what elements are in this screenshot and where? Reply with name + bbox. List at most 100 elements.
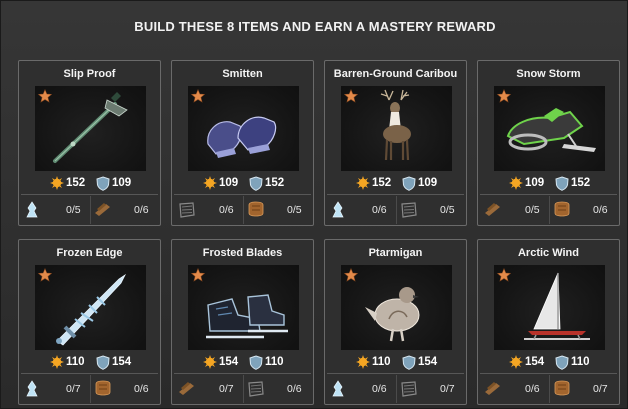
- material-slot[interactable]: 0/7: [398, 380, 464, 398]
- item-card[interactable]: Arctic Wind 154 110 0/6 0/7: [477, 239, 620, 405]
- item-card[interactable]: Barren-Ground Caribou 152 109 0/6 0/5: [324, 60, 467, 226]
- reward-stats: 154 110: [478, 355, 619, 371]
- material-separator: [243, 196, 244, 224]
- ice-crystal-icon: [25, 380, 39, 403]
- xp-value: 110: [571, 356, 590, 368]
- item-card[interactable]: Slip Proof 152 109 0/5 0/6: [18, 60, 161, 226]
- fabric-icon: [178, 201, 196, 224]
- ice-crystal-icon: [331, 201, 345, 224]
- coin-icon: [356, 176, 370, 190]
- reward-stats: 152 109: [19, 176, 160, 192]
- material-separator: [90, 196, 91, 224]
- caribou-icon: [380, 89, 411, 161]
- material-slot[interactable]: 0/6: [176, 201, 242, 219]
- reward-stats: 152 109: [325, 176, 466, 192]
- item-art: [35, 86, 146, 171]
- material-count: 0/7: [66, 383, 81, 395]
- material-count: 0/5: [287, 204, 302, 216]
- material-slot[interactable]: 0/5: [398, 201, 464, 219]
- material-separator: [396, 196, 397, 224]
- material-separator: [549, 375, 550, 403]
- card-divider: [327, 194, 464, 195]
- xp-value: 154: [112, 356, 132, 368]
- material-separator: [243, 375, 244, 403]
- material-slot[interactable]: 0/6: [551, 201, 617, 219]
- card-divider: [21, 194, 158, 195]
- material-separator: [549, 196, 550, 224]
- coin-value: 110: [372, 356, 391, 368]
- material-slot[interactable]: 0/7: [551, 380, 617, 398]
- shield-icon: [96, 176, 110, 191]
- coin-value: 109: [219, 177, 239, 189]
- material-count: 0/5: [66, 204, 81, 216]
- mittens-icon: [207, 116, 277, 158]
- material-slot[interactable]: 0/6: [329, 380, 395, 398]
- ice-boat-icon: [524, 272, 590, 340]
- leather-icon: [247, 201, 265, 222]
- shield-icon: [249, 176, 263, 191]
- item-card[interactable]: Ptarmigan 110 154 0/6 0/7: [324, 239, 467, 405]
- material-slot[interactable]: 0/5: [23, 201, 89, 219]
- item-name: Barren-Ground Caribou: [333, 68, 458, 80]
- material-count: 0/6: [372, 383, 387, 395]
- item-card[interactable]: Snow Storm 109 152 0/5 0/6: [477, 60, 620, 226]
- coin-icon: [509, 176, 523, 190]
- leather-icon: [94, 380, 112, 401]
- item-name: Frozen Edge: [56, 247, 123, 259]
- material-count: 0/7: [440, 383, 455, 395]
- material-slot[interactable]: 0/5: [482, 201, 548, 219]
- fabric-icon: [247, 380, 265, 403]
- item-art: [188, 265, 299, 350]
- item-name: Frosted Blades: [202, 247, 283, 259]
- material-count: 0/6: [134, 383, 149, 395]
- material-count: 0/6: [219, 204, 234, 216]
- xp-value: 109: [112, 177, 132, 189]
- material-slot[interactable]: 0/7: [23, 380, 89, 398]
- material-count: 0/6: [372, 204, 387, 216]
- material-slot[interactable]: 0/6: [92, 380, 158, 398]
- shield-icon: [555, 176, 569, 191]
- item-card[interactable]: Frosted Blades 154 110 0/7 0/6: [171, 239, 314, 405]
- material-count: 0/6: [593, 204, 608, 216]
- shield-icon: [555, 355, 569, 370]
- coin-value: 109: [525, 177, 545, 189]
- leather-icon: [553, 380, 571, 401]
- material-slot[interactable]: 0/6: [329, 201, 395, 219]
- material-count: 0/5: [440, 204, 455, 216]
- xp-value: 109: [418, 177, 438, 189]
- item-art: [188, 86, 299, 171]
- fabric-icon: [400, 201, 418, 224]
- material-count: 0/6: [287, 383, 302, 395]
- material-slot[interactable]: 0/5: [245, 201, 311, 219]
- snowmobile-icon: [506, 108, 596, 152]
- reward-stats: 109 152: [478, 176, 619, 192]
- item-card[interactable]: Frozen Edge 110 154 0/7 0/6: [18, 239, 161, 405]
- item-name: Smitten: [222, 68, 263, 80]
- card-divider: [21, 373, 158, 374]
- material-slot[interactable]: 0/6: [245, 380, 311, 398]
- leather-icon: [553, 201, 571, 222]
- material-slot[interactable]: 0/6: [92, 201, 158, 219]
- coin-value: 110: [66, 356, 85, 368]
- ice-crystal-icon: [25, 201, 39, 224]
- xp-value: 152: [571, 177, 591, 189]
- material-slot[interactable]: 0/7: [176, 380, 242, 398]
- item-art: [341, 86, 452, 171]
- material-slot[interactable]: 0/6: [482, 380, 548, 398]
- ice-sword-icon: [56, 273, 127, 346]
- ice-skate-icon: [206, 294, 288, 339]
- coin-icon: [509, 355, 523, 369]
- coin-icon: [50, 176, 64, 190]
- shield-icon: [402, 355, 416, 370]
- xp-value: 154: [418, 356, 438, 368]
- item-card[interactable]: Smitten 109 152 0/6 0/5: [171, 60, 314, 226]
- item-art: [494, 86, 605, 171]
- ptarmigan-icon: [365, 287, 420, 342]
- item-art: [35, 265, 146, 350]
- reward-stats: 154 110: [172, 355, 313, 371]
- reward-stats: 109 152: [172, 176, 313, 192]
- ice-axe-icon: [53, 92, 128, 163]
- coin-value: 152: [372, 177, 392, 189]
- xp-value: 110: [265, 356, 284, 368]
- shield-icon: [96, 355, 110, 370]
